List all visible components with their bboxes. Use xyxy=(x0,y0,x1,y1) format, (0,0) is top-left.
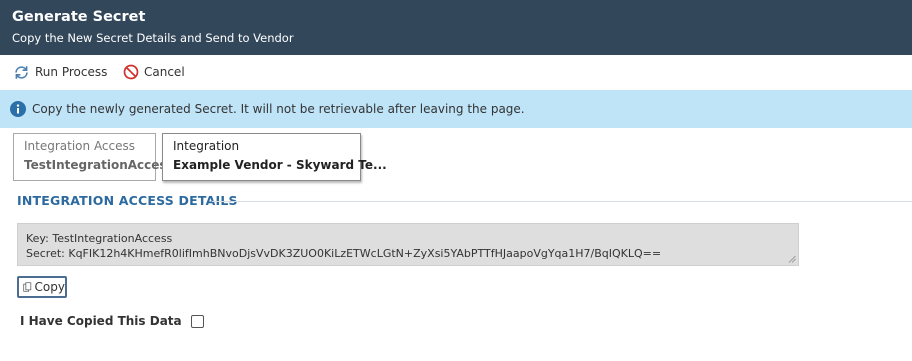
tab-value: TestIntegrationAccess xyxy=(24,158,174,172)
copy-button[interactable]: Copy xyxy=(17,276,67,298)
tab-value: Example Vendor - Skyward Te... xyxy=(173,158,387,172)
tab-label: Integration Access xyxy=(24,139,136,153)
key-line: Key: TestIntegrationAccess xyxy=(26,232,173,245)
run-process-button[interactable]: Run Process xyxy=(13,62,107,82)
refresh-icon xyxy=(15,65,28,79)
run-process-label: Run Process xyxy=(35,65,108,79)
confirm-label: I Have Copied This Data xyxy=(20,314,182,328)
cancel-icon xyxy=(123,64,139,80)
tab-integration-access[interactable]: Integration Access TestIntegrationAccess xyxy=(13,133,174,181)
secret-details-textarea[interactable]: Key: TestIntegrationAccess Secret: KqFIK… xyxy=(17,223,799,266)
cancel-button[interactable]: Cancel xyxy=(123,62,185,82)
section-title: INTEGRATION ACCESS DETAILS xyxy=(17,193,238,208)
copy-label: Copy xyxy=(34,280,65,294)
page-subtitle: Copy the New Secret Details and Send to … xyxy=(12,31,294,45)
confirm-checkbox[interactable] xyxy=(190,314,204,328)
page-header: Generate Secret Copy the New Secret Deta… xyxy=(0,0,912,55)
info-message: Copy the newly generated Secret. It will… xyxy=(32,102,525,116)
tab-integration[interactable]: Integration Example Vendor - Skyward Te.… xyxy=(162,133,387,181)
info-icon xyxy=(10,101,26,117)
secret-line: Secret: KqFIK12h4KHmefR0lifImhBNvoDjsVvD… xyxy=(26,247,662,260)
page-title: Generate Secret xyxy=(12,9,146,25)
resize-handle-icon[interactable] xyxy=(788,255,796,263)
cancel-label: Cancel xyxy=(144,65,185,79)
toolbar: Run Process Cancel xyxy=(0,55,912,89)
section-divider xyxy=(212,201,912,202)
copy-icon xyxy=(23,282,32,292)
confirm-row: I Have Copied This Data xyxy=(20,314,204,328)
tab-label: Integration xyxy=(173,139,240,153)
info-banner: Copy the newly generated Secret. It will… xyxy=(0,90,912,128)
